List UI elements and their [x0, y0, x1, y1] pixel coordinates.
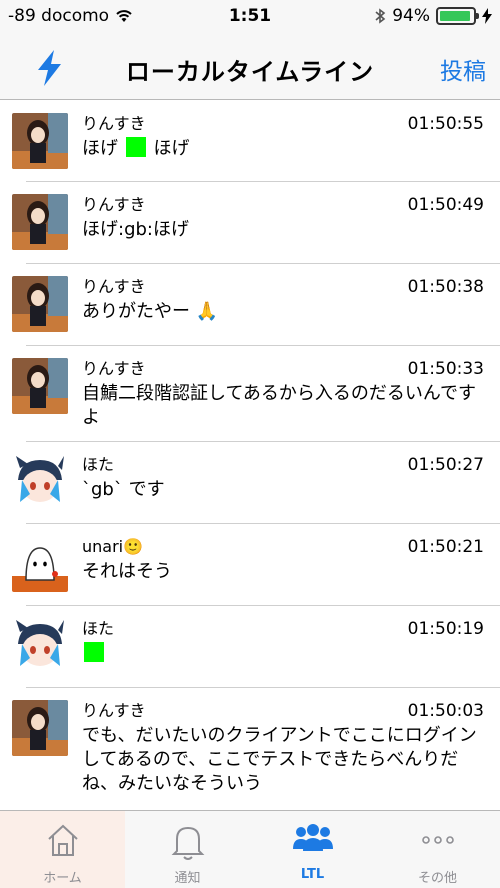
username: ほた — [82, 455, 115, 474]
timestamp: 01:50:38 — [407, 277, 484, 297]
toot-header: りんすき 01:50:33 — [82, 358, 484, 380]
custom-emoji-gb — [125, 137, 146, 157]
toot[interactable]: りんすき 01:50:03 でも、だいたいのクライアントでここにログインしてある… — [12, 688, 500, 810]
toot-content: でも、だいたいのクライアントでここにログインしてあるので、ここでテストできたらべ… — [82, 725, 477, 794]
avatar-image-hota — [12, 618, 68, 674]
toot[interactable]: りんすき 01:50:49 ほげ:gb:ほげ — [12, 182, 500, 264]
avatar[interactable] — [12, 358, 68, 414]
timestamp: 01:50:21 — [407, 537, 484, 557]
tab-label: ホーム — [43, 871, 82, 886]
avatar[interactable] — [12, 700, 68, 756]
username: りんすき — [82, 114, 146, 133]
toot-content: ありがたやー 🙏 — [82, 301, 219, 322]
tab-ltl[interactable]: LTL — [250, 811, 375, 888]
username: unari🙂 — [82, 537, 144, 556]
tab-more[interactable]: その他 — [375, 811, 500, 888]
timestamp: 01:50:27 — [407, 455, 484, 475]
avatar-image-hota — [12, 454, 68, 510]
avatar[interactable] — [12, 618, 68, 674]
status-bar: -89 docomo 1:51 94% — [0, 0, 500, 36]
people-icon — [292, 824, 333, 851]
toot-content: 自鯖二段階認証してあるから入るのだるいんですよ — [82, 383, 477, 428]
toot[interactable]: りんすき 01:50:55 ほげ ほげ — [12, 101, 500, 182]
toot-content: ほげ ほげ — [82, 137, 484, 161]
tab-label: 通知 — [174, 871, 201, 886]
tab-notifications[interactable]: 通知 — [125, 811, 250, 888]
timestamp: 01:50:55 — [407, 114, 484, 134]
toot[interactable]: ほた 01:50:19 — [12, 606, 500, 688]
tab-label: その他 — [417, 871, 457, 886]
bluetooth-icon — [375, 8, 386, 24]
toot[interactable]: りんすき 01:50:33 自鯖二段階認証してあるから入るのだるいんですよ — [12, 346, 500, 442]
avatar-image-rinsuki — [12, 194, 68, 250]
custom-emoji-gb — [84, 642, 104, 662]
toot[interactable]: りんすき 01:50:38 ありがたやー 🙏 — [12, 264, 500, 346]
toot-text: ほげ — [82, 138, 118, 159]
avatar-image-rinsuki — [12, 700, 68, 756]
toot-header: りんすき 01:50:49 — [82, 194, 484, 216]
toot-content: それはそう — [82, 561, 172, 582]
avatar-image-rinsuki — [12, 358, 68, 414]
nav-bar: ローカルタイムライン 投稿 — [0, 36, 500, 100]
home-icon — [47, 824, 78, 856]
more-icon — [421, 836, 454, 844]
battery-fill — [440, 11, 471, 21]
timestamp: 01:50:03 — [407, 701, 484, 721]
username: りんすき — [82, 195, 146, 214]
tab-bar: ホーム 通知 LTL その他 — [0, 810, 500, 888]
tab-label: LTL — [300, 867, 325, 882]
timestamp: 01:50:19 — [407, 619, 484, 639]
username: ほた — [82, 619, 115, 638]
avatar-image-rinsuki — [12, 113, 68, 169]
toot-header: りんすき 01:50:38 — [82, 276, 484, 298]
avatar[interactable] — [12, 276, 68, 332]
avatar[interactable] — [12, 536, 68, 592]
toot-header: ほた 01:50:27 — [82, 454, 484, 476]
username: りんすき — [82, 277, 146, 296]
avatar[interactable] — [12, 194, 68, 250]
charging-icon — [482, 8, 492, 24]
timestamp: 01:50:33 — [407, 359, 484, 379]
toot[interactable]: unari🙂 01:50:21 それはそう — [12, 524, 500, 606]
toot-content — [82, 642, 484, 666]
battery-icon — [436, 7, 479, 25]
status-right: 94% — [374, 6, 492, 26]
timeline[interactable]: りんすき 01:50:55 ほげ ほげ りんすき 01:50:49 ほげ:gb:… — [0, 101, 500, 810]
username: りんすき — [82, 359, 146, 378]
tab-home[interactable]: ホーム — [0, 811, 125, 888]
avatar-image-rinsuki — [12, 276, 68, 332]
toot-header: ほた 01:50:19 — [82, 618, 484, 640]
toot-header: りんすき 01:50:55 — [82, 113, 484, 135]
timestamp: 01:50:49 — [407, 195, 484, 215]
battery-percent: 94% — [392, 6, 430, 26]
avatar-image-unari — [12, 536, 68, 592]
page-title: ローカルタイムライン — [125, 58, 375, 86]
post-button[interactable]: 投稿 — [440, 52, 486, 86]
avatar[interactable] — [12, 454, 68, 510]
bell-icon — [171, 826, 204, 860]
toot-content: `gb` です — [82, 479, 165, 500]
toot-header: unari🙂 01:50:21 — [82, 536, 484, 558]
toot-text: ほげ — [153, 138, 190, 159]
toot-content: ほげ:gb:ほげ — [82, 219, 189, 240]
avatar[interactable] — [12, 113, 68, 169]
toot-header: りんすき 01:50:03 — [82, 700, 484, 722]
username: りんすき — [82, 701, 146, 720]
toot[interactable]: ほた 01:50:27 `gb` です — [12, 442, 500, 524]
